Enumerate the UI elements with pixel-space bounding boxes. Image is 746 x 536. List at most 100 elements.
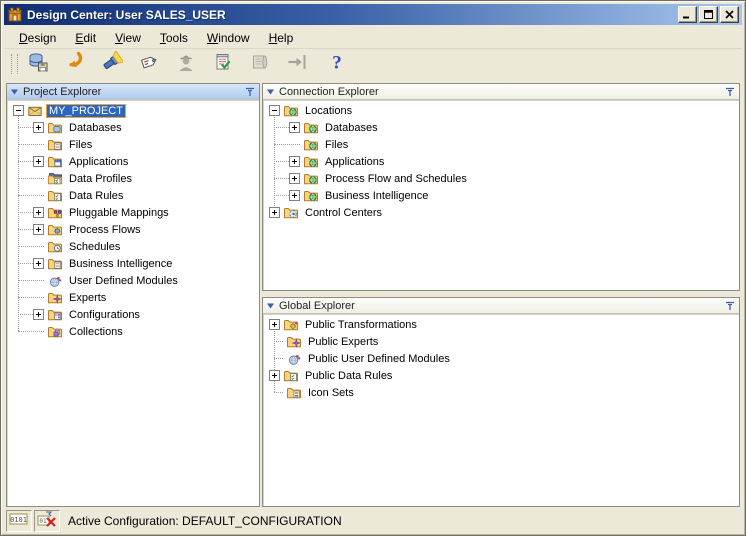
expand-plus-box[interactable] [269, 207, 280, 218]
applications-folder-icon [47, 154, 63, 170]
tree-item-configurations[interactable]: Configurations [7, 306, 259, 323]
tree-item-my-project[interactable]: MY_PROJECT [7, 102, 259, 119]
expand-plus-box[interactable] [33, 309, 44, 320]
expand-plus-box[interactable] [289, 122, 300, 133]
menu-edit[interactable]: Edit [68, 29, 103, 47]
tree-item-files[interactable]: Files [263, 136, 739, 153]
configurations-folder-icon [47, 307, 63, 323]
expand-plus-box[interactable] [33, 258, 44, 269]
tree-item-databases[interactable]: Databases [263, 119, 739, 136]
tree-item-public-transformations[interactable]: Public Transformations [263, 316, 739, 333]
global-explorer-header[interactable]: Global Explorer [263, 298, 739, 314]
tree-item-public-data-rules[interactable]: Public Data Rules [263, 367, 739, 384]
debug-button [172, 50, 200, 78]
tree-item-applications[interactable]: Applications [263, 153, 739, 170]
binary-error-button[interactable]: 01 [34, 509, 60, 532]
minimize-panel-icon[interactable] [725, 87, 735, 97]
minimize-panel-icon[interactable] [725, 301, 735, 311]
collapse-minus-box[interactable] [13, 105, 24, 116]
tree-item-data-rules[interactable]: Data Rules [7, 187, 259, 204]
tree-item-label: Applications [325, 155, 385, 168]
tag-button[interactable] [135, 50, 163, 78]
expand-plus-box[interactable] [269, 319, 280, 330]
tree-item-label: Process Flow and Schedules [325, 172, 467, 185]
window-title: Design Center: User SALES_USER [27, 7, 226, 22]
minimize-button[interactable] [678, 6, 697, 23]
tree-guide-line [274, 341, 283, 342]
experts-folder-icon [47, 290, 63, 306]
connection-explorer-header[interactable]: Connection Explorer [263, 84, 739, 100]
search-button[interactable] [98, 49, 126, 78]
tree-item-collections[interactable]: Collections [7, 323, 259, 340]
tree-item-applications[interactable]: Applications [7, 153, 259, 170]
active-configuration-text: Active Configuration: DEFAULT_CONFIGURAT… [68, 513, 342, 528]
status-bar: 0101 01 Active Configuration: DEFAULT_CON… [4, 509, 742, 532]
tree-item-business-intelligence[interactable]: Business Intelligence [263, 187, 739, 204]
expand-plus-box[interactable] [33, 207, 44, 218]
tree-item-locations[interactable]: Locations [263, 102, 739, 119]
expand-plus-box[interactable] [33, 122, 44, 133]
business-intelligence-folder-icon [47, 256, 63, 272]
tree-item-process-flows[interactable]: Process Flows [7, 221, 259, 238]
tree-item-files[interactable]: Files [7, 136, 259, 153]
tree-item-label: Public User Defined Modules [308, 352, 450, 365]
data-rules-folder-icon [47, 188, 63, 204]
tree-item-process-flow-and-schedules[interactable]: Process Flow and Schedules [263, 170, 739, 187]
tree-item-experts[interactable]: Experts [7, 289, 259, 306]
expand-plus-box[interactable] [33, 156, 44, 167]
pluggable-mappings-folder-icon [47, 205, 63, 221]
tree-item-control-centers[interactable]: Control Centers [263, 204, 739, 221]
tree-item-label: Process Flows [69, 223, 141, 236]
tree-item-user-defined-modules[interactable]: User Defined Modules [7, 272, 259, 289]
tree-item-label: Data Rules [69, 189, 124, 202]
help-button[interactable]: ? [323, 50, 351, 78]
menu-window[interactable]: Window [200, 29, 257, 47]
title-bar[interactable]: Design Center: User SALES_USER [4, 4, 742, 25]
tree-item-public-experts[interactable]: Public Experts [263, 333, 739, 350]
process-flows-folder-icon [47, 222, 63, 238]
deploy-arrow-icon [286, 51, 308, 78]
expand-plus-box[interactable] [33, 224, 44, 235]
tree-item-label: MY_PROJECT [46, 103, 126, 118]
collapse-triangle-icon[interactable] [11, 88, 19, 96]
menu-view[interactable]: View [108, 29, 148, 47]
expand-plus-box[interactable] [289, 156, 300, 167]
expand-plus-box[interactable] [269, 370, 280, 381]
expand-plus-box[interactable] [289, 190, 300, 201]
collapse-triangle-icon[interactable] [267, 88, 275, 96]
collapse-minus-box[interactable] [269, 105, 280, 116]
close-button[interactable] [720, 6, 739, 23]
menu-tools[interactable]: Tools [153, 29, 195, 47]
toolbar-grip-handle[interactable] [11, 54, 18, 74]
tree-item-public-user-defined-modules[interactable]: Public User Defined Modules [263, 350, 739, 367]
tree-item-pluggable-mappings[interactable]: Pluggable Mappings [7, 204, 259, 221]
refresh-button[interactable] [61, 50, 89, 78]
tree-item-icon-sets[interactable]: Icon Sets [263, 384, 739, 401]
user-defined-modules-icon [286, 351, 302, 367]
flashlight-search-icon [101, 49, 125, 78]
tree-item-label: Data Profiles [69, 172, 132, 185]
panel-title: Connection Explorer [279, 85, 379, 98]
binary-log-button[interactable]: 0101 [6, 509, 32, 532]
expand-plus-box[interactable] [289, 173, 300, 184]
tree-item-label: Applications [69, 155, 129, 168]
tree-guide-line [18, 161, 33, 162]
menu-design[interactable]: Design [12, 29, 63, 47]
menu-bar: Design Edit View Tools Window Help [4, 27, 742, 49]
public-transformations-folder-icon [283, 317, 299, 333]
tree-item-business-intelligence[interactable]: Business Intelligence [7, 255, 259, 272]
tree-guide-line [18, 263, 33, 264]
save-all-button[interactable] [24, 50, 52, 78]
minimize-panel-icon[interactable] [245, 87, 255, 97]
project-explorer-header[interactable]: Project Explorer [7, 84, 259, 100]
validate-button[interactable] [209, 50, 237, 78]
menu-help[interactable]: Help [262, 29, 301, 47]
maximize-button[interactable] [699, 6, 718, 23]
tree-item-label: Business Intelligence [69, 257, 173, 270]
tree-guide-line [274, 161, 289, 162]
tree-item-data-profiles[interactable]: Data Profiles [7, 170, 259, 187]
tree-item-databases[interactable]: Databases [7, 119, 259, 136]
data-profiles-folder-icon [47, 171, 63, 187]
collapse-triangle-icon[interactable] [267, 302, 275, 310]
tree-item-schedules[interactable]: Schedules [7, 238, 259, 255]
